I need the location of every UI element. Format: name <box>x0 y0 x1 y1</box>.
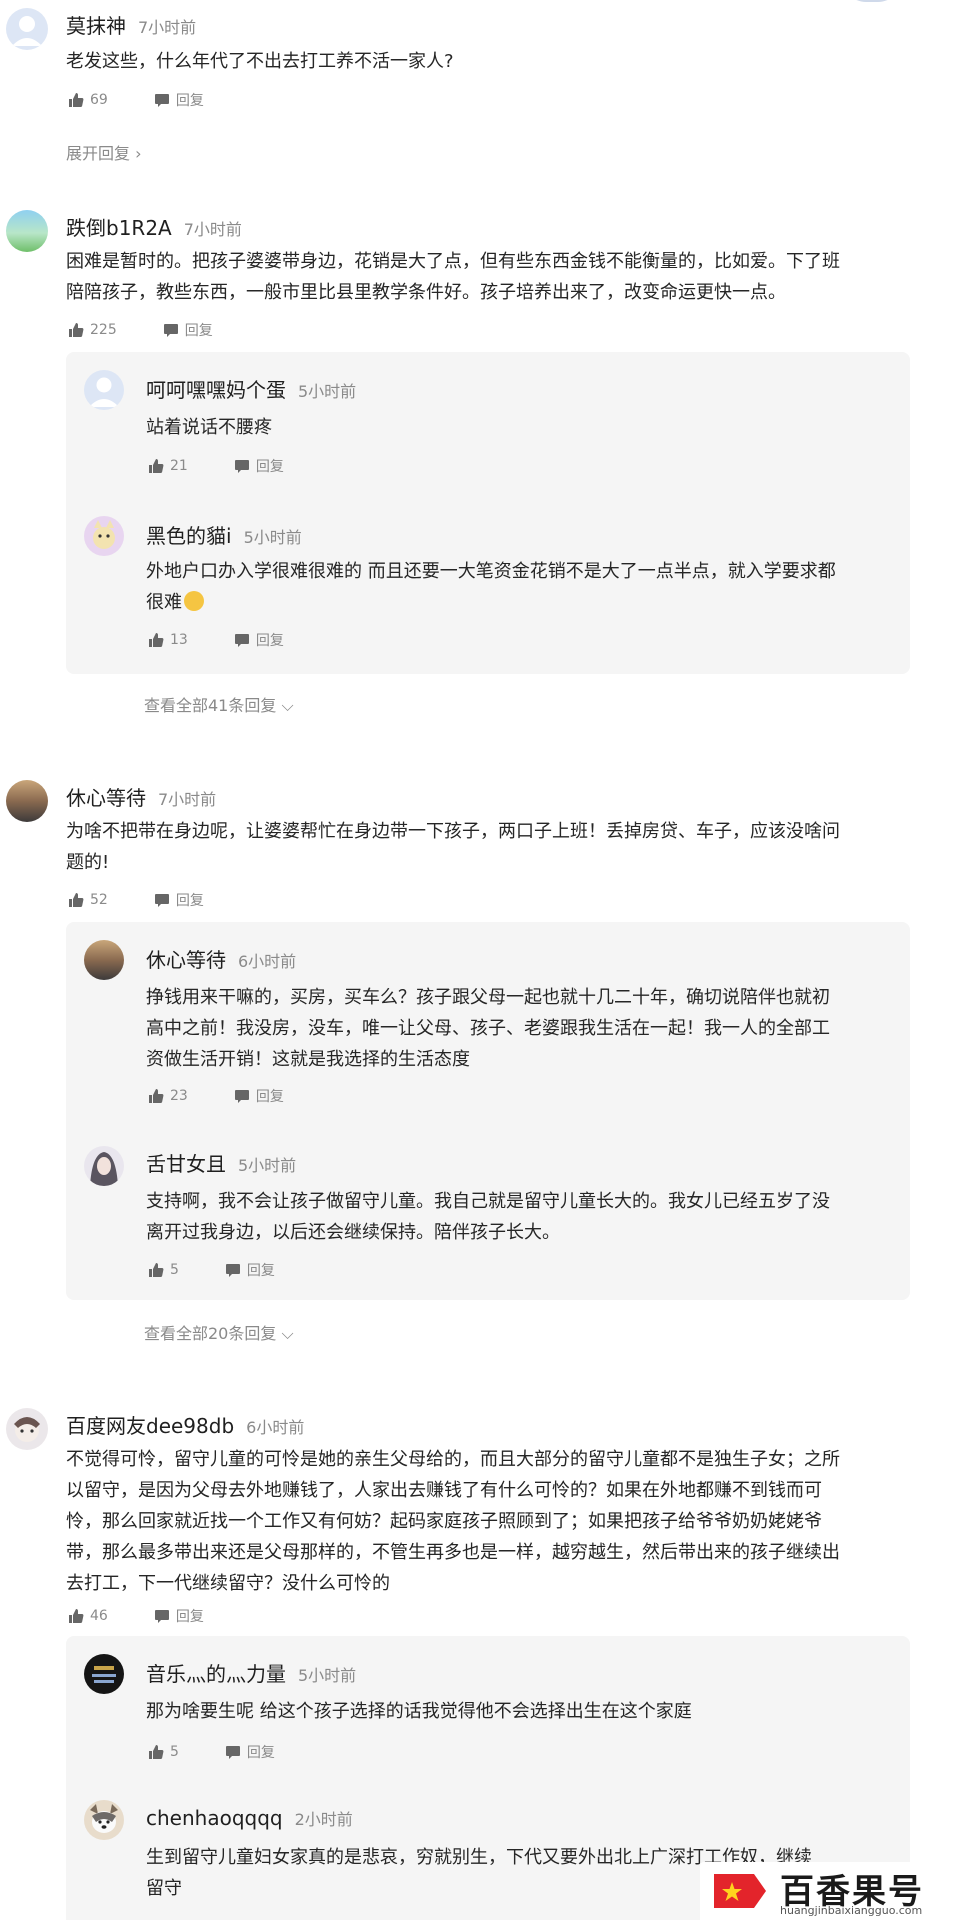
reply-author[interactable]: 休心等待 6小时前 <box>146 944 296 973</box>
chat-bubble-icon <box>154 894 169 907</box>
comment-time: 7小时前 <box>183 220 242 239</box>
reply-text: 外地户口办入学很难很难的 而且还要一大笔资金花销不是大了一点半点，就入学要求都 … <box>146 561 836 613</box>
reply-text: 挣钱用来干嘛的，买房，买车么？孩子跟父母一起也就十几二十年，确切说陪伴也就初 高中… <box>146 987 830 1070</box>
comment-text: 为啥不把带在身边呢，让婆婆帮忙在身边带一下孩子，两口子上班！丢掉房贷、车子，应该… <box>66 821 840 873</box>
expand-replies-link[interactable]: 展开回复 › <box>66 140 142 164</box>
reply-time: 5小时前 <box>298 1666 357 1685</box>
watermark: 百香果号 huangjinbaixiangguo.com <box>700 1862 956 1920</box>
thumbs-up-icon <box>149 633 164 647</box>
comment-actions: 69 回复 <box>68 90 250 110</box>
reply-button[interactable]: 回复 <box>225 1260 275 1280</box>
crying-face-icon <box>184 591 204 611</box>
view-all-replies-link[interactable]: 查看全部20条回复 ⌵ <box>144 1320 294 1344</box>
reply-button[interactable]: 回复 <box>154 90 204 110</box>
avatar[interactable] <box>6 210 48 252</box>
reply-text: 站着说话不腰疼 <box>146 417 272 438</box>
comment-author[interactable]: 休心等待 7小时前 <box>66 782 216 811</box>
reply-author[interactable]: 黑色的貓i 5小时前 <box>146 520 302 549</box>
comment-text: 老发这些，什么年代了不出去打工养不活一家人? <box>66 51 454 72</box>
like-button[interactable]: 13 <box>148 632 188 648</box>
chevron-down-icon: ⌵ <box>276 696 294 715</box>
comment-actions: 225 回复 <box>68 320 259 340</box>
comment-actions: 46 回复 <box>68 1606 250 1626</box>
reply-button[interactable]: 回复 <box>234 1086 284 1106</box>
reply-button[interactable]: 回复 <box>154 890 204 910</box>
thumbs-up-icon <box>69 93 84 107</box>
reply-button[interactable]: 回复 <box>225 1742 275 1762</box>
chat-bubble-icon <box>154 1610 169 1623</box>
comment-text: 困难是暂时的。把孩子婆婆带身边，花销是大了点，但有些东西金钱不能衡量的，比如爱。… <box>66 251 840 303</box>
avatar[interactable] <box>6 780 48 822</box>
comment-actions: 52 回复 <box>68 890 250 910</box>
comment-text: 不觉得可怜，留守儿童的可怜是她的亲生父母给的，而且大部分的留守儿童都不是独生子女… <box>66 1449 840 1594</box>
reply-time: 5小时前 <box>238 1156 297 1175</box>
chevron-right-icon: › <box>135 144 142 163</box>
chat-bubble-icon <box>163 324 178 337</box>
comment-time: 7小时前 <box>158 790 217 809</box>
like-button[interactable]: 225 <box>68 322 117 338</box>
like-button[interactable]: 69 <box>68 92 108 108</box>
avatar[interactable] <box>84 516 124 556</box>
reply-author[interactable]: 呵呵嘿嘿妈个蛋 5小时前 <box>146 374 356 403</box>
chat-bubble-icon <box>225 1264 240 1277</box>
reply-button[interactable]: 回复 <box>163 320 213 340</box>
top-floating-button[interactable] <box>842 0 902 2</box>
comment-time: 7小时前 <box>138 18 197 37</box>
chat-bubble-icon <box>154 94 169 107</box>
avatar[interactable] <box>6 1408 48 1450</box>
thumbs-up-icon <box>69 893 84 907</box>
avatar[interactable] <box>84 370 124 410</box>
brand-logo-icon <box>714 1874 766 1908</box>
thumbs-up-icon <box>69 1609 84 1623</box>
reply-time: 2小时前 <box>294 1810 353 1829</box>
thumbs-up-icon <box>149 459 164 473</box>
comment-author[interactable]: 莫抹神 7小时前 <box>66 10 196 39</box>
like-button[interactable]: 23 <box>148 1088 188 1104</box>
reply-actions: 21 回复 <box>148 456 330 476</box>
avatar[interactable] <box>6 8 48 50</box>
thumbs-up-icon <box>149 1745 164 1759</box>
avatar[interactable] <box>84 1146 124 1186</box>
comment-time: 6小时前 <box>246 1418 305 1437</box>
reply-author[interactable]: 音乐灬的灬力量 5小时前 <box>146 1658 356 1687</box>
avatar[interactable] <box>84 1654 124 1694</box>
reply-button[interactable]: 回复 <box>234 456 284 476</box>
thumbs-up-icon <box>149 1089 164 1103</box>
reply-time: 5小时前 <box>298 382 357 401</box>
like-button[interactable]: 46 <box>68 1608 108 1624</box>
comment-author[interactable]: 百度网友dee98db 6小时前 <box>66 1410 304 1439</box>
avatar[interactable] <box>84 1800 124 1840</box>
reply-actions: 5 回复 <box>148 1260 321 1280</box>
like-button[interactable]: 52 <box>68 892 108 908</box>
reply-actions: 13 回复 <box>148 630 330 650</box>
like-button[interactable]: 5 <box>148 1262 179 1278</box>
reply-author[interactable]: 舌甘女且 5小时前 <box>146 1148 296 1177</box>
avatar[interactable] <box>84 940 124 980</box>
view-all-replies-link[interactable]: 查看全部41条回复 ⌵ <box>144 692 294 716</box>
reply-actions: 23 回复 <box>148 1086 330 1106</box>
chat-bubble-icon <box>234 460 249 473</box>
reply-time: 6小时前 <box>238 952 297 971</box>
chevron-down-icon: ⌵ <box>276 1324 294 1343</box>
reply-actions: 5 回复 <box>148 1742 321 1762</box>
comment-author[interactable]: 跌倒b1R2A 7小时前 <box>66 212 242 241</box>
thumbs-up-icon <box>149 1263 164 1277</box>
reply-text: 那为啥要生呢 给这个孩子选择的话我觉得他不会选择出生在这个家庭 <box>146 1701 692 1722</box>
reply-button[interactable]: 回复 <box>234 630 284 650</box>
reply-author[interactable]: chenhaoqqqq 2小时前 <box>146 1806 353 1830</box>
chat-bubble-icon <box>234 1090 249 1103</box>
chat-bubble-icon <box>225 1746 240 1759</box>
watermark-url: huangjinbaixiangguo.com <box>780 1904 923 1917</box>
chat-bubble-icon <box>234 634 249 647</box>
reply-time: 5小时前 <box>243 528 302 547</box>
reply-text: 支持啊，我不会让孩子做留守儿童。我自己就是留守儿童长大的。我女儿已经五岁了没 离开… <box>146 1191 830 1243</box>
thumbs-up-icon <box>69 323 84 337</box>
like-button[interactable]: 21 <box>148 458 188 474</box>
reply-button[interactable]: 回复 <box>154 1606 204 1626</box>
like-button[interactable]: 5 <box>148 1744 179 1760</box>
